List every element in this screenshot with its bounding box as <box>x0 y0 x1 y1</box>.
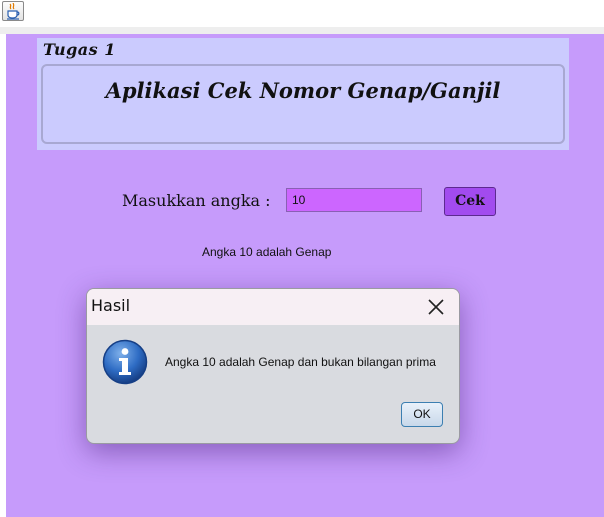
number-input[interactable]: 10 <box>286 188 422 212</box>
dialog-title: Hasil <box>91 296 131 315</box>
main-frame: Tugas 1 Aplikasi Cek Nomor Genap/Ganjil … <box>6 34 604 517</box>
java-app-button[interactable] <box>2 1 24 21</box>
dialog-message: Angka 10 adalah Genap dan bukan bilangan… <box>165 355 436 369</box>
close-icon[interactable] <box>427 298 445 316</box>
result-dialog: Hasil Angka 10 adalah Genap dan bukan bi… <box>86 288 460 444</box>
toolbar-separator <box>0 27 604 34</box>
cek-button[interactable]: Cek <box>444 187 496 216</box>
title-box: Aplikasi Cek Nomor Genap/Ganjil <box>41 64 565 144</box>
top-toolbar <box>0 0 604 27</box>
ok-button[interactable]: OK <box>401 402 443 427</box>
number-input-label: Masukkan angka : <box>122 191 271 210</box>
app-title: Aplikasi Cek Nomor Genap/Ganjil <box>105 78 501 103</box>
tugas-label: Tugas 1 <box>43 40 116 59</box>
dialog-titlebar[interactable]: Hasil <box>87 289 459 325</box>
info-icon <box>102 339 148 385</box>
header-panel: Tugas 1 Aplikasi Cek Nomor Genap/Ganjil <box>37 38 569 150</box>
result-text: Angka 10 adalah Genap <box>202 245 332 259</box>
